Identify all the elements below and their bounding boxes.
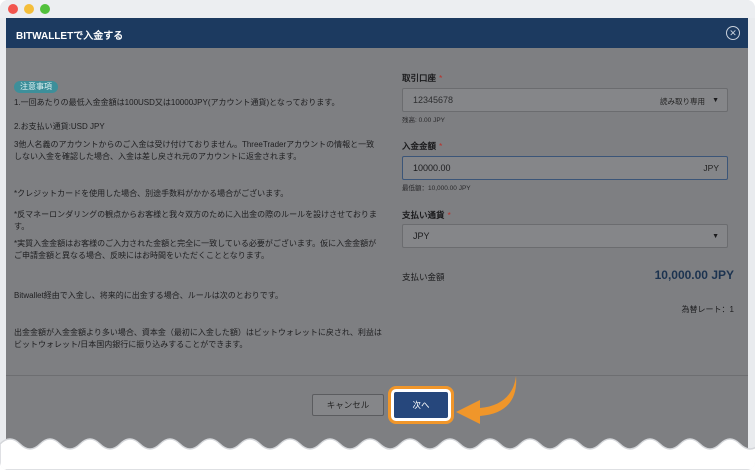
account-select[interactable]: 12345678 読み取り専用 ▼	[402, 88, 728, 112]
notice-line: *クレジットカードを使用した場合、別途手数料がかかる場合がございます。	[14, 189, 289, 198]
notice-line: *反マネーロンダリングの観点からお客様と我々双方のために入出金の際のルールを設け…	[14, 210, 377, 231]
maximize-window-icon[interactable]	[40, 4, 50, 14]
browser-frame: BITWALLETで入金する ✕ 注意事項 1.一回あたりの最低入金金額は100…	[0, 0, 755, 470]
amount-unit: JPY	[703, 163, 719, 173]
torn-edge	[0, 438, 755, 470]
account-value: 12345678	[413, 95, 454, 105]
notice-line: *実質入金金額はお客様のご入力された金額と完全に一致している必要がございます。仮…	[14, 239, 377, 260]
modal-title: BITWALLETで入金する	[16, 31, 124, 42]
cancel-button[interactable]: キャンセル	[312, 394, 384, 416]
readonly-tag: 読み取り専用	[660, 97, 705, 106]
chevron-down-icon: ▼	[712, 233, 719, 240]
amount-label: 入金金額 *	[402, 141, 443, 151]
notice-badge: 注意事項	[14, 81, 58, 93]
chevron-down-icon: ▼	[712, 97, 719, 104]
amount-value: 10000.00	[413, 163, 451, 173]
notice-line: 1.一回あたりの最低入金金額は100USD又は10000JPY(アカウント通貨)…	[14, 98, 340, 107]
minimum-amount-hint: 最低額：10,000.00 JPY	[402, 185, 471, 192]
amount-input[interactable]: 10000.00 JPY	[402, 156, 728, 180]
notice-line: 出金金額が入金金額より多い場合、資本金（最初に入金した額）はビットウォレットに戻…	[14, 328, 382, 349]
modal-header: BITWALLETで入金する ✕	[6, 18, 748, 48]
account-label: 取引口座 *	[402, 73, 443, 83]
currency-label: 支払い通貨 *	[402, 210, 451, 220]
deposit-modal: BITWALLETで入金する ✕ 注意事項 1.一回あたりの最低入金金額は100…	[6, 18, 748, 470]
payment-amount-label: 支払い金額	[402, 272, 445, 282]
account-balance-hint: 残高: 0.00 JPY	[402, 117, 445, 124]
notice-line: Bitwallet経由で入金し、将来的に出金する場合、ルールは次のとおりです。	[14, 291, 283, 300]
payment-amount-value: 10,000.00 JPY	[654, 268, 734, 282]
close-window-icon[interactable]	[8, 4, 18, 14]
notice-line: 3他人名義のアカウントからのご入金は受け付けておりません。ThreeTrader…	[14, 140, 375, 161]
minimize-window-icon[interactable]	[24, 4, 34, 14]
currency-value: JPY	[413, 231, 430, 241]
footer-divider	[6, 375, 748, 376]
currency-select[interactable]: JPY ▼	[402, 224, 728, 248]
next-button[interactable]: 次へ	[394, 392, 448, 418]
window-titlebar	[0, 0, 755, 18]
notice-line: 2.お支払い通貨:USD JPY	[14, 122, 105, 131]
close-icon[interactable]: ✕	[726, 26, 740, 40]
exchange-rate: 為替レート：1	[681, 305, 734, 314]
